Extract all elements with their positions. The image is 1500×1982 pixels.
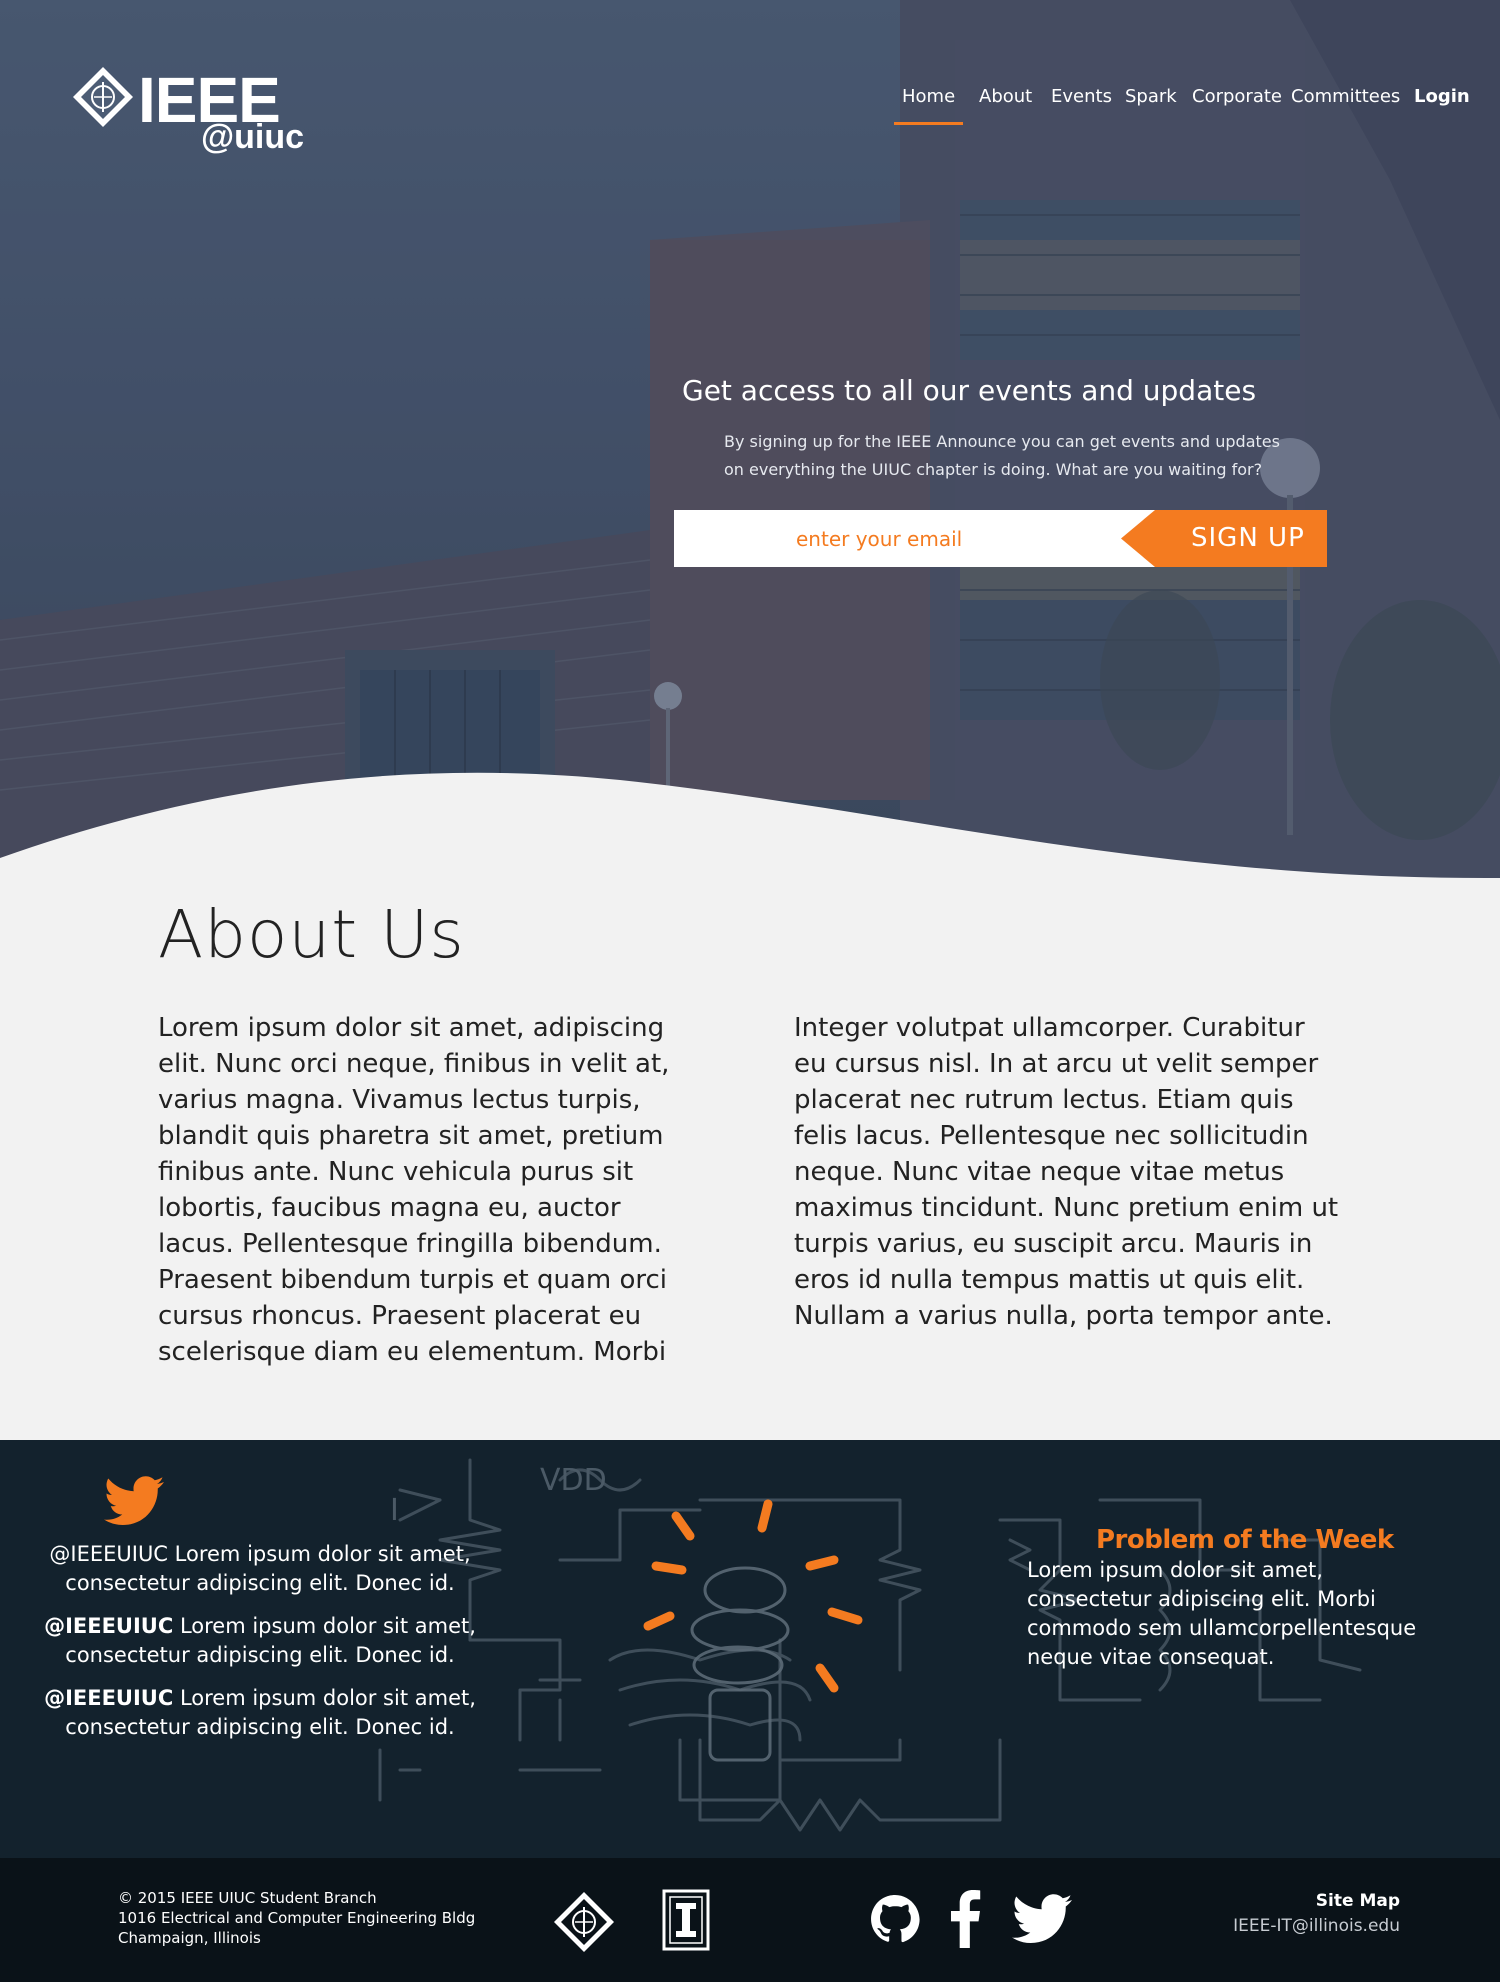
hero-subtitle-line1: By signing up for the IEEE Announce you …	[724, 432, 1280, 451]
about-text-left: Lorem ipsum dolor sit amet, adipiscing e…	[158, 1013, 670, 1367]
tweet-text-line2: consectetur adipiscing elit. Donec id.	[65, 1643, 455, 1667]
about-title: About Us	[158, 896, 465, 973]
hero-title: Get access to all our events and updates	[682, 374, 1257, 407]
tweet-item: @IEEEUIUC Lorem ipsum dolor sit amet, co…	[40, 1540, 480, 1598]
tweet-text: Lorem ipsum dolor sit amet,	[173, 1614, 476, 1638]
potw-title[interactable]: Problem of the Week	[1096, 1525, 1394, 1555]
main-nav: Home About Events Spark Corporate Commit…	[0, 86, 1500, 126]
hero-subtitle: By signing up for the IEEE Announce you …	[724, 428, 1304, 484]
signup-form: SIGN UP	[674, 510, 1327, 567]
nav-corporate[interactable]: Corporate	[1192, 86, 1282, 107]
footer-address-line1: 1016 Electrical and Computer Engineering…	[118, 1909, 476, 1927]
tweet-handle[interactable]: @IEEEUIUC	[44, 1686, 173, 1710]
nav-about[interactable]: About	[979, 86, 1032, 107]
twitter-icon[interactable]	[1012, 1890, 1072, 1948]
twitter-bird-icon	[104, 1476, 164, 1525]
contact-email-link[interactable]: IEEE-IT@illinois.edu	[1233, 1916, 1400, 1936]
nav-committees[interactable]: Committees	[1291, 86, 1400, 107]
nav-events[interactable]: Events	[1051, 86, 1112, 107]
circuit-vdd-label: VDD	[540, 1463, 607, 1498]
tweet-text: Lorem ipsum dolor sit amet,	[173, 1686, 476, 1710]
tweet-handle[interactable]: @IEEEUIUC	[44, 1614, 173, 1638]
signup-button-label: SIGN UP	[1191, 523, 1305, 553]
about-text-right: Integer volutpat ullamcorper. Curabitur …	[794, 1013, 1339, 1331]
footer-copyright: © 2015 IEEE UIUC Student Branch	[118, 1889, 377, 1907]
github-icon[interactable]	[870, 1890, 920, 1948]
tweet-text: Lorem ipsum dolor sit amet,	[167, 1542, 471, 1566]
hero-subtitle-line2: on everything the UIUC chapter is doing.…	[724, 460, 1263, 479]
email-input[interactable]	[674, 510, 1134, 567]
nav-spark[interactable]: Spark	[1125, 86, 1177, 107]
potw-text: Lorem ipsum dolor sit amet, consectetur …	[1027, 1558, 1417, 1669]
ieee-logo-icon[interactable]	[552, 1890, 616, 1954]
footer-address: © 2015 IEEE UIUC Student Branch 1016 Ele…	[118, 1888, 475, 1948]
wave-divider	[0, 772, 1500, 900]
svg-text:I: I	[390, 1493, 399, 1528]
nav-home[interactable]: Home	[902, 86, 955, 107]
footer-address-line2: Champaign, Illinois	[118, 1929, 261, 1947]
nav-active-indicator	[894, 122, 963, 125]
signup-button[interactable]: SIGN UP	[1121, 510, 1327, 567]
tweet-item: @IEEEUIUC Lorem ipsum dolor sit amet, co…	[40, 1684, 480, 1742]
tweet-text-line2: consectetur adipiscing elit. Donec id.	[65, 1571, 455, 1595]
sitemap-link[interactable]: Site Map	[1316, 1891, 1400, 1911]
tweet-item: @IEEEUIUC Lorem ipsum dolor sit amet, co…	[40, 1612, 480, 1670]
nav-login[interactable]: Login	[1414, 86, 1470, 107]
facebook-icon[interactable]	[945, 1890, 985, 1948]
tweet-handle[interactable]: @IEEEUIUC	[49, 1542, 168, 1566]
illinois-logo-icon[interactable]	[662, 1889, 710, 1951]
tweet-text-line2: consectetur adipiscing elit. Donec id.	[65, 1715, 455, 1739]
